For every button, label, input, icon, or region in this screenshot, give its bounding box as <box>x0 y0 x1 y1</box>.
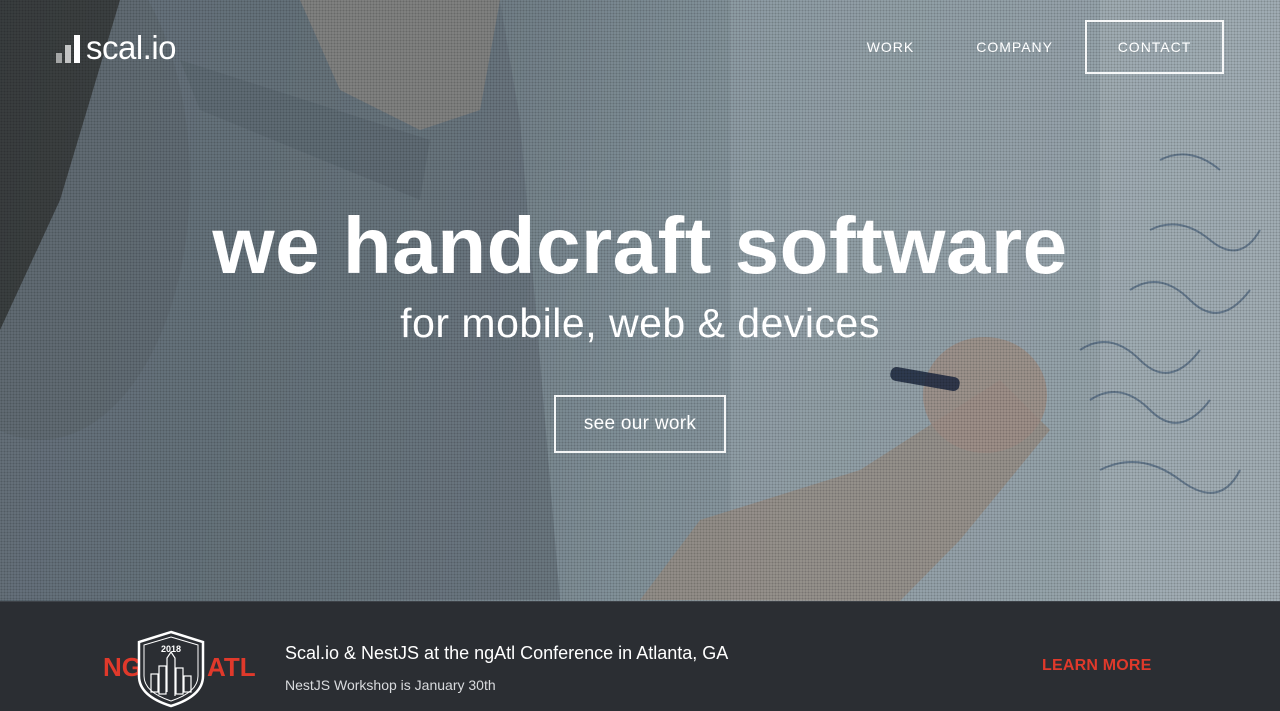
badge-atl-text: ATL <box>207 652 256 682</box>
learn-more-link[interactable]: LEARN MORE <box>1042 657 1152 675</box>
nav-work[interactable]: WORK <box>867 39 915 55</box>
hero-headline: we handcraft software <box>212 201 1068 290</box>
main-nav: WORK COMPANY CONTACT <box>805 20 1224 74</box>
nav-company[interactable]: COMPANY <box>976 39 1053 55</box>
hero-section: scal.io WORK COMPANY CONTACT we handcraf… <box>0 0 1280 601</box>
shield-skyline-icon <box>137 630 205 708</box>
badge-year: 2018 <box>160 644 182 654</box>
banner-title: Scal.io & NestJS at the ngAtl Conference… <box>285 643 729 663</box>
scalio-logo[interactable]: scal.io <box>56 29 177 66</box>
logo-text: scal.io <box>86 29 177 66</box>
logo-bars-icon <box>56 33 80 63</box>
nav-contact-button[interactable]: CONTACT <box>1085 20 1224 74</box>
hero-subhead: for mobile, web & devices <box>400 300 880 346</box>
ngatl-badge: NG 2018 ATL <box>102 628 256 710</box>
see-our-work-button[interactable]: see our work <box>554 395 726 453</box>
banner-subtitle: NestJS Workshop is January 30th <box>285 677 496 693</box>
